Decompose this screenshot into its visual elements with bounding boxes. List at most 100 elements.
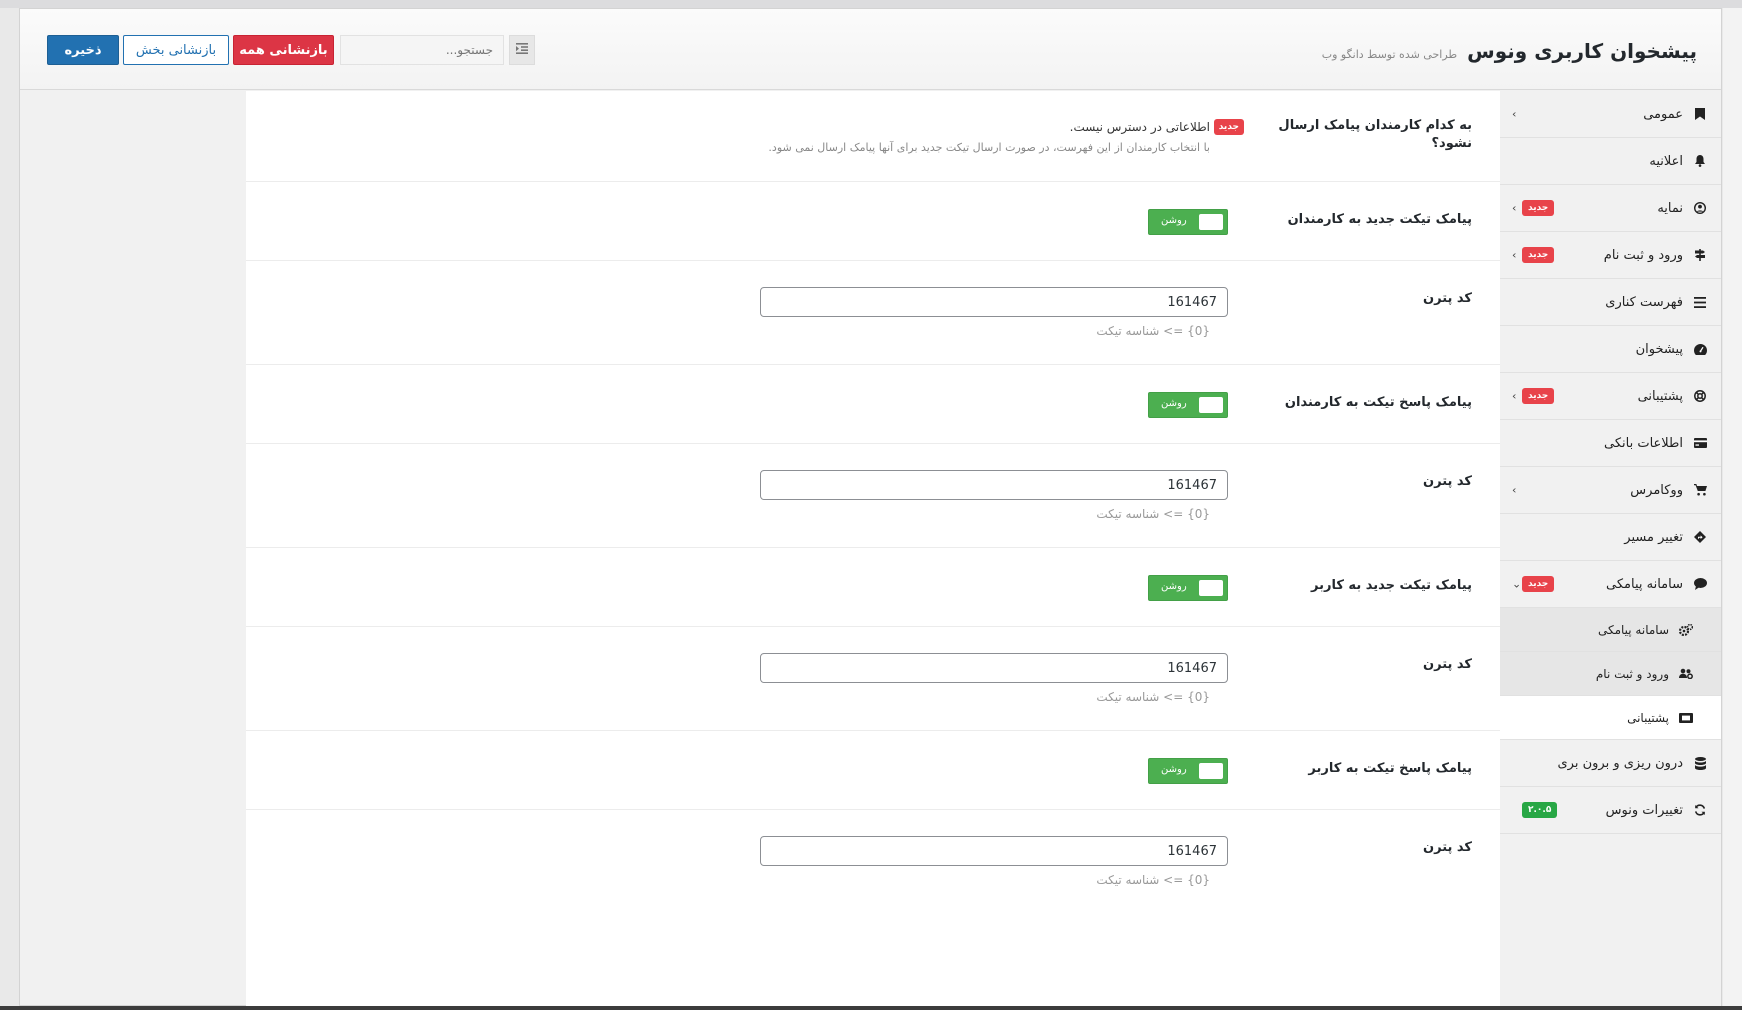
chevron-down-icon: ⌄	[1512, 577, 1522, 591]
panel-header: پیشخوان کاربری ونوس طراحی شده توسط دانگو…	[20, 9, 1721, 90]
chevron-icon: ›	[1512, 389, 1517, 403]
new-badge: جدید	[1522, 247, 1555, 263]
sidebar-item-announcements[interactable]: اعلانیه	[1500, 138, 1721, 185]
page-scrollbar[interactable]	[1723, 8, 1742, 1006]
sidebar-item-bank-info[interactable]: اطلاعات بانکی	[1500, 420, 1721, 467]
reset-all-button[interactable]: بازنشانی همه	[233, 35, 334, 65]
bookmark-icon	[1693, 107, 1707, 121]
sidebar-item-label: نمایه	[1657, 200, 1683, 216]
sidebar-item-support[interactable]: پشتیبانی جدید ›	[1500, 373, 1721, 420]
sidebar-item-side-menu[interactable]: فهرست کناری	[1500, 279, 1721, 326]
brand: پیشخوان کاربری ونوس طراحی شده توسط دانگو…	[1322, 39, 1697, 63]
field-label: کد پترن	[1423, 840, 1472, 855]
sidebar-item-label: ووکامرس	[1630, 482, 1683, 498]
chevron-icon: ›	[1512, 201, 1517, 215]
bottom-edge-bar	[0, 1006, 1742, 1010]
sidebar-subitem-login-register[interactable]: ورود و ثبت نام	[1500, 652, 1721, 696]
new-badge: جدید	[1522, 200, 1555, 216]
sms-toggle-switch[interactable]: روشن	[1148, 392, 1228, 418]
sidebar-item-changelog[interactable]: تغییرات ونوس ۲.۰.۵	[1500, 787, 1721, 834]
sidebar-item-label: پشتیبانی	[1627, 710, 1669, 725]
cart-icon	[1693, 483, 1707, 497]
comment-icon	[1693, 577, 1707, 591]
sidebar-item-label: فهرست کناری	[1605, 294, 1683, 310]
field-label: کد پترن	[1423, 291, 1472, 306]
sidebar-subitem-support[interactable]: پشتیبانی	[1500, 696, 1721, 740]
version-badge: ۲.۰.۵	[1522, 802, 1558, 818]
help-text: {0} => شناسه تیکت	[1096, 324, 1210, 338]
sidebar-item-label: اعلانیه	[1649, 153, 1683, 169]
sidebar-item-label: پیشخوان	[1635, 341, 1683, 357]
help-text: {0} => شناسه تیکت	[1096, 507, 1210, 521]
sidebar-item-label: درون ریزی و برون بری	[1557, 755, 1683, 771]
field-row-pattern: کد پترن {0} => شناسه تیکت	[246, 627, 1500, 731]
new-badge: جدید	[1522, 576, 1555, 592]
sidebar-item-label: ورود و ثبت نام	[1595, 666, 1669, 681]
signpost-icon	[1693, 248, 1707, 262]
field-row-pattern: کد پترن {0} => شناسه تیکت	[246, 444, 1500, 548]
pattern-code-input[interactable]	[760, 836, 1228, 866]
list-icon	[1693, 295, 1707, 309]
help-text: با انتخاب کارمندان از این فهرست، در صورت…	[768, 141, 1210, 154]
sidebar-item-label: عمومی	[1643, 106, 1683, 122]
chevron-icon: ›	[1512, 248, 1517, 262]
field-row-pattern: کد پترن {0} => شناسه تیکت	[246, 261, 1500, 365]
bell-icon	[1693, 154, 1707, 168]
field-label: کد پترن	[1423, 657, 1472, 672]
field-label: پیامک پاسخ تیکت به کاربر	[1308, 761, 1472, 776]
life-ring-icon	[1693, 389, 1707, 403]
panel-subtitle: طراحی شده توسط دانگو وب	[1321, 48, 1458, 61]
sidebar-item-sms-system[interactable]: سامانه پیامکی جدید ⌄	[1500, 561, 1721, 608]
field-info: اطلاعاتی در دسترس نیست. با انتخاب کارمند…	[768, 120, 1210, 154]
search-input[interactable]	[340, 35, 504, 65]
save-button[interactable]: ذخیره	[47, 35, 119, 65]
sidebar-item-login-register[interactable]: ورود و ثبت نام جدید ›	[1500, 232, 1721, 279]
list-indent-icon	[516, 42, 528, 58]
dashboard-icon	[1693, 342, 1707, 356]
sidebar-item-redirect[interactable]: تغییر مسیر	[1500, 514, 1721, 561]
toggle-knob	[1199, 397, 1223, 413]
field-row-toggle: پیامک تیکت جدید به کارمندان روشن	[246, 182, 1500, 261]
sidebar-item-label: ورود و ثبت نام	[1603, 247, 1683, 263]
sidebar-item-woocommerce[interactable]: ووکامرس ›	[1500, 467, 1721, 514]
toggle-state-label: روشن	[1161, 581, 1187, 592]
field-row-toggle: پیامک تیکت جدید به کاربر روشن	[246, 548, 1500, 627]
top-strip	[0, 0, 1742, 8]
sms-toggle-switch[interactable]: روشن	[1148, 209, 1228, 235]
field-label: پیامک پاسخ تیکت به کارمندان	[1284, 395, 1472, 410]
sms-toggle-switch[interactable]: روشن	[1148, 758, 1228, 784]
new-badge: جدید	[1213, 119, 1244, 135]
field-row-toggle: پیامک پاسخ تیکت به کاربر روشن	[246, 731, 1500, 810]
sidebar-item-dashboard[interactable]: پیشخوان	[1500, 326, 1721, 373]
help-text: {0} => شناسه تیکت	[1096, 873, 1210, 887]
field-row-exclude-staff: به کدام کارمندان پیامک ارسال نشود؟ جدید …	[246, 91, 1500, 182]
field-label: به کدام کارمندان پیامک ارسال نشود؟	[1278, 118, 1472, 151]
expand-all-button[interactable]	[509, 35, 535, 65]
database-icon	[1693, 756, 1707, 770]
sidebar-item-general[interactable]: عمومی ›	[1500, 91, 1721, 138]
options-sidebar: عمومی › اعلانیه نمایه جدید › ورود و ثبت …	[1500, 91, 1721, 1007]
sidebar-item-label: تغییرات ونوس	[1605, 802, 1683, 818]
sidebar-subitem-sms-system[interactable]: سامانه پیامکی	[1500, 608, 1721, 652]
sidebar-item-profile[interactable]: نمایه جدید ›	[1500, 185, 1721, 232]
pattern-code-input[interactable]	[760, 287, 1228, 317]
sidebar-item-label: سامانه پیامکی	[1597, 622, 1669, 637]
sidebar-item-import-export[interactable]: درون ریزی و برون بری	[1500, 740, 1721, 787]
help-text: {0} => شناسه تیکت	[1096, 690, 1210, 704]
credit-card-icon	[1693, 436, 1707, 450]
toggle-knob	[1199, 763, 1223, 779]
sidebar-item-label: اطلاعات بانکی	[1603, 435, 1683, 451]
sms-toggle-switch[interactable]: روشن	[1148, 575, 1228, 601]
reset-section-button[interactable]: بازنشانی بخش	[123, 35, 229, 65]
pattern-code-input[interactable]	[760, 653, 1228, 683]
users-cog-icon	[1679, 667, 1693, 681]
settings-content: به کدام کارمندان پیامک ارسال نشود؟ جدید …	[246, 91, 1500, 1007]
directions-icon	[1693, 530, 1707, 544]
sidebar-item-label: تغییر مسیر	[1624, 529, 1683, 545]
field-label: پیامک تیکت جدید به کارمندان	[1287, 212, 1472, 227]
toggle-knob	[1199, 580, 1223, 596]
field-label: پیامک تیکت جدید به کاربر	[1311, 578, 1472, 593]
pattern-code-input[interactable]	[760, 470, 1228, 500]
toggle-state-label: روشن	[1161, 215, 1187, 226]
user-circle-icon	[1693, 201, 1707, 215]
